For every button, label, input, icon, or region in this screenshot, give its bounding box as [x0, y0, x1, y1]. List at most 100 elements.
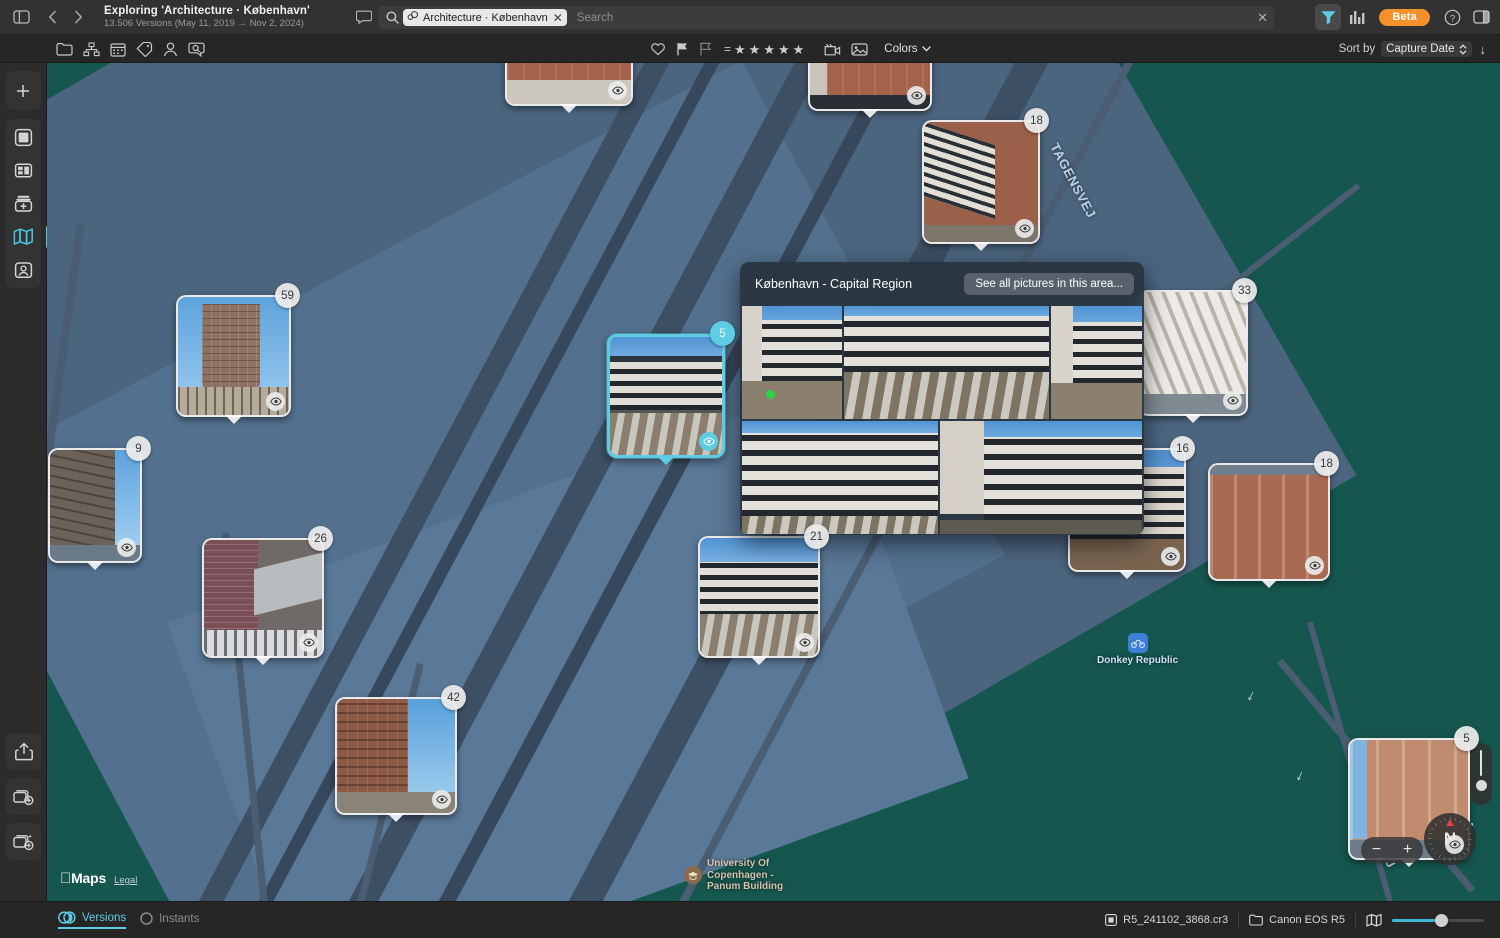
tab-versions[interactable]: Versions: [58, 911, 127, 929]
share-button[interactable]: [7, 735, 40, 768]
pin-eye-button[interactable]: [1445, 835, 1464, 854]
legal-link[interactable]: Legal: [114, 875, 137, 887]
photo-pin-33[interactable]: 33: [1138, 278, 1257, 423]
zoom-out-button[interactable]: −: [1372, 841, 1381, 859]
pin-eye-button[interactable]: [795, 633, 814, 652]
star-2[interactable]: ★: [749, 43, 761, 56]
sidebar-item-stack-add[interactable]: [7, 187, 40, 220]
pin-thumbnail[interactable]: [48, 448, 142, 563]
map-canvas[interactable]: TAGENSVEJ TAGENSVEJ Donkey Republic Univ…: [47, 63, 1500, 901]
pin-thumbnail[interactable]: [808, 63, 932, 111]
pin-eye-button[interactable]: [1161, 547, 1180, 566]
pin-eye-button[interactable]: [608, 81, 627, 100]
pin-eye-button[interactable]: [299, 633, 318, 652]
pin-eye-button[interactable]: [432, 790, 451, 809]
sidebar-item-single-view[interactable]: [7, 121, 40, 154]
search-bar[interactable]: Architecture · København ✕ Search ✕: [378, 6, 1274, 29]
folder-icon[interactable]: [56, 40, 73, 58]
inspector-toggle-button[interactable]: [1468, 4, 1494, 30]
tag-icon[interactable]: [136, 40, 153, 58]
sidebar-toggle-button[interactable]: [8, 5, 34, 29]
poi-university-of-copenhagen[interactable]: University Of Copenhagen - Panum Buildin…: [684, 858, 799, 893]
search-clear-icon[interactable]: ✕: [1257, 10, 1268, 26]
pin-eye-button[interactable]: [699, 432, 718, 451]
forward-button[interactable]: [66, 5, 90, 29]
map-pitch-slider[interactable]: [1470, 743, 1492, 805]
area-popover[interactable]: København - Capital Region See all pictu…: [740, 262, 1144, 535]
rating-operator[interactable]: =: [724, 42, 731, 56]
photo-pin-5-selected[interactable]: 5: [607, 321, 735, 465]
sort-by-select[interactable]: Capture Date: [1381, 41, 1472, 57]
help-button[interactable]: ?: [1439, 4, 1465, 30]
star-4[interactable]: ★: [778, 43, 790, 56]
video-icon[interactable]: [824, 40, 841, 58]
calendar-icon[interactable]: [110, 40, 126, 58]
star-5[interactable]: ★: [793, 43, 805, 56]
colors-dropdown[interactable]: Colors: [884, 43, 931, 55]
comment-toggle[interactable]: [352, 5, 376, 29]
pin-thumbnail[interactable]: [607, 334, 725, 458]
photo-pin-top-1[interactable]: [505, 63, 633, 113]
sort-direction-button[interactable]: ↓: [1480, 42, 1487, 57]
star-3[interactable]: ★: [763, 43, 775, 56]
pin-eye-button[interactable]: [1223, 391, 1242, 410]
pin-thumbnail[interactable]: [505, 63, 633, 106]
pin-eye-button[interactable]: [907, 86, 926, 105]
add-button[interactable]: [7, 74, 40, 107]
tab-instants[interactable]: Instants: [140, 912, 199, 928]
photo-icon[interactable]: [851, 40, 868, 58]
histogram-button[interactable]: [1344, 4, 1370, 30]
filter-button[interactable]: [1315, 4, 1342, 30]
pin-thumbnail[interactable]: [335, 697, 457, 815]
pin-eye-button[interactable]: [1305, 556, 1324, 575]
star-1[interactable]: ★: [734, 43, 746, 56]
pitch-knob[interactable]: [1475, 780, 1487, 791]
photo-pin-18-top[interactable]: 18: [922, 108, 1049, 251]
person-icon[interactable]: [163, 40, 178, 58]
popover-thumbnail[interactable]: [843, 306, 1049, 419]
photo-pin-18-right[interactable]: 18: [1208, 451, 1339, 588]
popover-thumbnail[interactable]: [742, 421, 939, 534]
thumbnail-size-slider[interactable]: [1392, 913, 1484, 927]
search-input-placeholder[interactable]: Search: [577, 12, 613, 24]
popover-thumbnail[interactable]: [940, 421, 1142, 534]
comment-search-icon[interactable]: [188, 40, 206, 58]
photo-pin-42[interactable]: 42: [335, 685, 466, 822]
sidebar-item-map-view[interactable]: [7, 220, 49, 253]
search-token-clear-icon[interactable]: ✕: [553, 11, 563, 25]
popover-thumbnail[interactable]: [1050, 306, 1142, 419]
search-token[interactable]: Architecture · København ✕: [403, 9, 567, 26]
import-photos-button[interactable]: [7, 780, 40, 813]
pin-eye-button[interactable]: [117, 538, 136, 557]
hierarchy-icon[interactable]: [83, 40, 100, 58]
photo-pin-top-2[interactable]: [808, 63, 932, 118]
pin-thumbnail[interactable]: [176, 295, 291, 417]
pin-thumbnail[interactable]: [202, 538, 324, 658]
pin-thumbnail[interactable]: [922, 120, 1040, 244]
zoom-in-button[interactable]: +: [1403, 841, 1412, 859]
poi-donkey-republic[interactable]: Donkey Republic: [1097, 633, 1178, 667]
map-toggle-button[interactable]: [1366, 913, 1382, 927]
map-zoom-controls[interactable]: − +: [1361, 837, 1423, 863]
sidebar-item-grid-view[interactable]: [7, 154, 40, 187]
rating-filter[interactable]: = ★ ★ ★ ★ ★: [724, 42, 804, 56]
slider-knob[interactable]: [1435, 913, 1449, 927]
pin-thumbnail[interactable]: [1208, 463, 1330, 581]
pin-thumbnail[interactable]: [1138, 290, 1248, 416]
import-photos-magic-button[interactable]: [7, 825, 40, 858]
reject-flag-icon[interactable]: [699, 40, 712, 58]
sidebar-item-people-view[interactable]: [7, 253, 40, 286]
pin-eye-button[interactable]: [266, 392, 285, 411]
photo-pin-59[interactable]: 59: [176, 283, 300, 424]
popover-thumbnail[interactable]: [742, 306, 842, 419]
photo-pin-26[interactable]: 26: [202, 526, 333, 665]
photo-pin-9[interactable]: 9: [48, 436, 151, 570]
pin-eye-button[interactable]: [1015, 219, 1034, 238]
see-all-pictures-button[interactable]: See all pictures in this area...: [964, 273, 1134, 295]
raw-file-icon: [1105, 914, 1118, 926]
pin-thumbnail[interactable]: [698, 536, 820, 658]
heart-icon[interactable]: [650, 40, 666, 58]
flag-icon[interactable]: [676, 40, 689, 58]
back-button[interactable]: [40, 5, 64, 29]
photo-pin-21[interactable]: 21: [698, 524, 829, 665]
